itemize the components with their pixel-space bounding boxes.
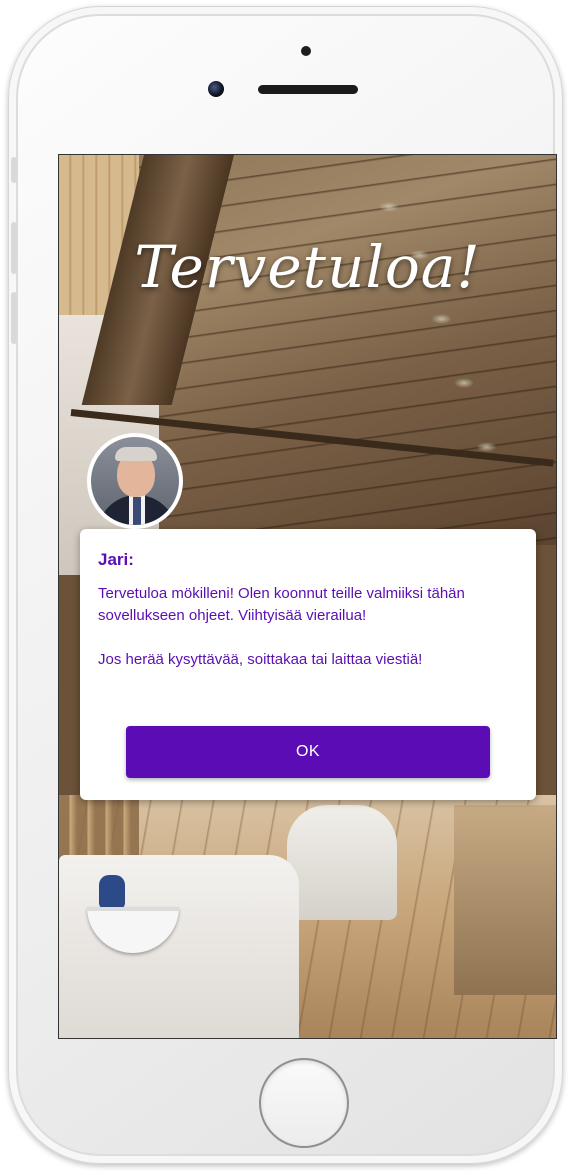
avatar-hair [115,447,157,461]
proximity-sensor [301,46,311,56]
app-screen: Tervetuloa! Jari: Tervetuloa mökilleni! … [58,154,557,1039]
background-jug [99,875,125,909]
mute-switch [11,157,17,183]
volume-down-button [11,292,17,344]
welcome-dialog: Jari: Tervetuloa mökilleni! Olen koonnut… [80,529,536,800]
background-table [59,855,299,1038]
dialog-message-paragraph-1: Tervetuloa mökilleni! Olen koonnut teill… [98,585,465,624]
welcome-title: Tervetuloa! [134,233,481,301]
background-bench [454,805,556,995]
dialog-message: Tervetuloa mökilleni! Olen koonnut teill… [98,583,523,693]
background-chair-right [287,805,397,920]
front-camera-icon [208,81,224,97]
host-avatar [87,433,183,529]
volume-up-button [11,222,17,274]
home-button[interactable] [259,1058,349,1148]
phone-frame: Tervetuloa! Jari: Tervetuloa mökilleni! … [8,6,563,1164]
dialog-message-paragraph-2: Jos herää kysyttävää, soittakaa tai lait… [98,651,423,668]
earpiece-speaker [258,85,358,94]
ok-button[interactable]: OK [126,726,490,778]
avatar-tie [133,497,141,525]
dialog-sender-name: Jari: [98,550,134,569]
